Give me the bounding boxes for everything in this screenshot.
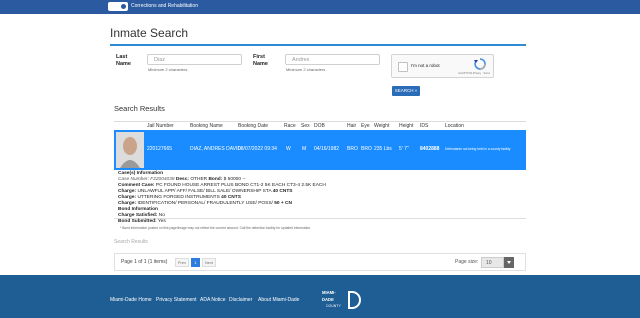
logo-d-icon	[348, 291, 361, 309]
charge-count: 40 CNTS	[221, 195, 241, 200]
recaptcha-widget: I'm not a robot reCAPTCHA Privacy · Term…	[391, 54, 494, 78]
last-name-label: Last Name	[116, 54, 131, 68]
first-name-hint: Minimum 2 characters	[286, 67, 326, 72]
comment-value: PC FOUND HOUSE ARREST PLUS BOND CT1-2 5K…	[155, 183, 326, 188]
col-weight[interactable]: Weight	[374, 123, 389, 129]
first-name-input[interactable]: Andres	[285, 54, 380, 65]
recaptcha-terms[interactable]: reCAPTCHA Privacy · Terms	[458, 72, 490, 75]
footer: Miami-Dade Home Privacy Statement ADA No…	[0, 275, 640, 318]
last-name-hint: Minimum 2 characters	[148, 67, 188, 72]
bond-details: Charge Satisfied: No Bond Submitted: Yes…	[114, 213, 526, 233]
cell-location: Defendants not being held in a county fa…	[445, 147, 511, 151]
footer-link-privacy[interactable]: Privacy Statement	[156, 297, 197, 303]
cell-hair: BRO	[347, 146, 358, 152]
page-1-button[interactable]: 1	[191, 258, 200, 267]
bond-value: $ 50000 --	[223, 177, 246, 182]
page-info: Page 1 of 1 (1 items)	[121, 259, 168, 265]
page-size-select[interactable]: 10	[481, 257, 504, 268]
cell-dob: 04/16/1982	[314, 146, 340, 152]
pager: Page 1 of 1 (1 items) Prev 1 Next Page s…	[114, 253, 526, 271]
charge-value: IDENTIFICATION/ PERSONAL/ FRAUDULENTLY U…	[137, 201, 273, 206]
last-name-input[interactable]: Diaz	[147, 54, 242, 65]
col-location[interactable]: Location	[445, 123, 464, 129]
bond-submitted-label: Bond Submitted:	[118, 219, 157, 224]
last-name-label-line2: Name	[116, 61, 131, 67]
charge-count: 40 CNTS	[272, 189, 293, 194]
bond-submitted-value: Yes	[157, 219, 166, 224]
first-name-label-line2: Name	[253, 61, 268, 67]
bond-submitted-line: Bond Submitted: Yes	[118, 219, 166, 225]
footer-link-ada[interactable]: ADA Notice	[200, 297, 226, 303]
footer-link-disclaimer[interactable]: Disclaimer	[229, 297, 252, 303]
recaptcha-checkbox[interactable]	[398, 62, 408, 72]
col-dob[interactable]: DOB	[314, 123, 325, 129]
title-divider	[110, 44, 526, 46]
logo-text-line3: COUNTY	[326, 304, 341, 308]
comment-label: Comment Case:	[118, 183, 155, 188]
charge-label: Charge:	[118, 195, 137, 200]
first-name-label-line1: First	[253, 54, 265, 60]
results-footer-label: Search Results	[114, 239, 148, 245]
charge-value: UNLAWFUL APP/ AFF/ FALSE/ BILL SALE/ OWN…	[137, 189, 272, 194]
county-logo-icon[interactable]	[108, 2, 128, 11]
charge-label: Charge:	[118, 189, 137, 194]
col-booking-date[interactable]: Booking Date	[238, 123, 268, 129]
bond-disclaimer: * Bond information posted on this page/i…	[120, 226, 312, 230]
col-hair[interactable]: Hair	[347, 123, 356, 129]
col-eye[interactable]: Eye	[361, 123, 370, 129]
cell-eye: BRO	[361, 146, 372, 152]
miami-dade-logo[interactable]: MIAMI- DADE COUNTY	[322, 290, 362, 312]
col-jail-number[interactable]: Jail Number	[147, 123, 174, 129]
chevron-down-icon[interactable]	[504, 257, 514, 268]
charge-satisfied-value: No	[158, 213, 165, 218]
col-sex[interactable]: Sex	[301, 123, 310, 129]
cell-booking-date: 08/07/2022 09:34	[238, 146, 277, 152]
table-row[interactable]: 220127665 DIAZ, ANDRES DAVID 08/07/2022 …	[114, 130, 526, 170]
cell-weight: 235 Lbs	[374, 146, 392, 152]
cell-sex: M	[302, 146, 307, 152]
page-title: Inmate Search	[110, 26, 189, 40]
last-name-label-line1: Last	[116, 54, 128, 60]
desc-label: Desc:	[175, 177, 189, 182]
search-button[interactable]: SEARCH »	[392, 86, 420, 96]
cell-height: 5' 7"	[399, 146, 409, 152]
charge-value: UTTERING FORGED INSTRUMENTS	[137, 195, 220, 200]
top-bar: Corrections and Rehabilitation	[0, 0, 640, 14]
desc-value: OTHER	[190, 177, 208, 182]
cell-race: W	[286, 146, 291, 152]
col-height[interactable]: Height	[399, 123, 413, 129]
charge-label: Charge:	[118, 201, 137, 206]
footer-link-home[interactable]: Miami-Dade Home	[110, 297, 152, 303]
footer-link-about[interactable]: About Miami-Dade	[258, 297, 299, 303]
prev-button[interactable]: Prev	[175, 258, 189, 267]
cell-jail-number: 220127665	[147, 146, 173, 152]
recaptcha-logo-icon	[474, 58, 486, 70]
case-number-label: Case Number:	[118, 177, 149, 182]
logo-text-line2: DADE	[322, 297, 334, 302]
department-name: Corrections and Rehabilitation	[131, 3, 198, 9]
first-name-label: First Name	[253, 54, 268, 68]
col-booking-name[interactable]: Booking Name	[190, 123, 223, 129]
results-heading: Search Results	[114, 104, 165, 113]
cell-booking-name: DIAZ, ANDRES DAVID	[190, 146, 242, 152]
inmate-photo[interactable]	[116, 132, 144, 168]
charge-satisfied-label: Charge Satisfied:	[118, 213, 158, 218]
logo-text-line1: MIAMI-	[322, 290, 336, 295]
main-content: Inmate Search Last Name Diaz Minimum 2 c…	[0, 14, 640, 275]
charge-count: 50 + CN	[274, 201, 292, 206]
case-details: Case(s) Information Case Number: F220040…	[114, 170, 526, 219]
bond-label: Bond:	[208, 177, 223, 182]
case-number-value: F22004038	[150, 177, 175, 182]
col-ids[interactable]: IDS	[420, 123, 428, 129]
page-size-label: Page size:	[455, 259, 479, 265]
cell-ids: 8402888	[420, 146, 440, 152]
col-race[interactable]: Race	[284, 123, 296, 129]
recaptcha-label: I'm not a robot	[411, 63, 440, 68]
next-button[interactable]: Next	[202, 258, 216, 267]
